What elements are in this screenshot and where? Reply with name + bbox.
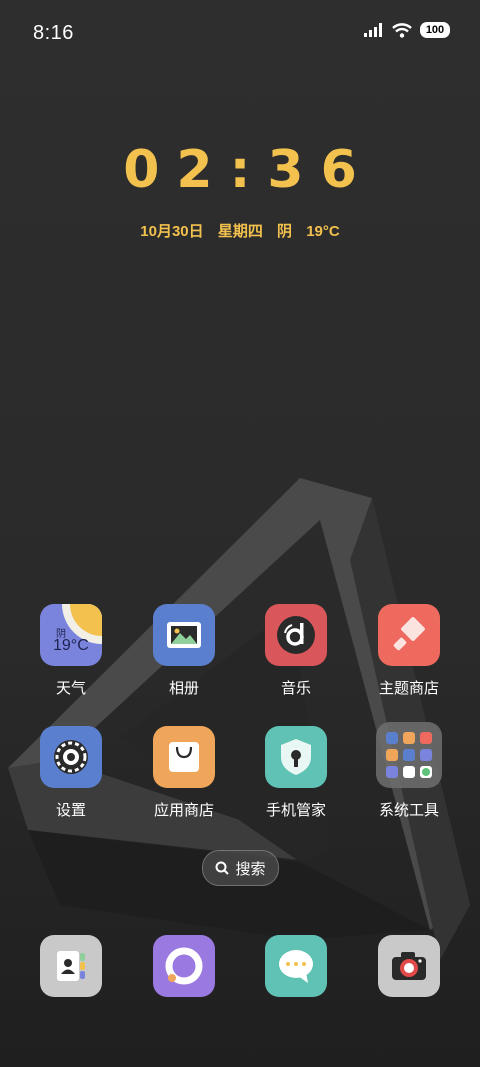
music-icon: [265, 604, 327, 666]
app-system-tools-folder[interactable]: 系统工具: [364, 722, 454, 820]
gallery-icon: [153, 604, 215, 666]
search-button[interactable]: 搜索: [202, 850, 279, 886]
system-tools-folder-icon: [376, 722, 442, 788]
contacts-icon: [40, 935, 102, 997]
app-label: 系统工具: [378, 802, 439, 819]
app-music[interactable]: 音乐: [251, 604, 341, 698]
app-weather[interactable]: 阴 19°C 天气: [26, 604, 116, 698]
app-phone-manager[interactable]: 手机管家: [251, 726, 341, 820]
app-label: 天气: [55, 680, 86, 697]
dock-camera[interactable]: [364, 935, 454, 997]
camera-icon: [378, 935, 440, 997]
dock-contacts[interactable]: [26, 935, 116, 997]
app-label: 相册: [168, 680, 199, 697]
app-label: 设置: [55, 802, 86, 819]
search-label: 搜索: [235, 860, 266, 878]
app-label: 应用商店: [153, 802, 214, 819]
status-time: 8:16: [33, 22, 74, 44]
status-bar: 8:16 100: [0, 0, 480, 64]
wifi-icon: [392, 22, 412, 38]
battery-level: 100: [425, 24, 445, 36]
status-icons: 100: [364, 22, 450, 38]
dock-browser[interactable]: [139, 935, 229, 997]
weekday-text: 星期四: [217, 223, 263, 240]
date-text: 10月30日: [140, 223, 204, 240]
app-gallery[interactable]: 相册: [139, 604, 229, 698]
app-label: 音乐: [280, 680, 311, 697]
app-theme-store[interactable]: 主题商店: [364, 604, 454, 698]
search-icon: [215, 861, 230, 875]
weather-icon: 阴 19°C: [40, 604, 102, 666]
app-label: 手机管家: [265, 802, 326, 819]
clock-widget-time[interactable]: 02:36: [0, 140, 480, 200]
app-store-icon: [153, 726, 215, 788]
theme-store-icon: [378, 604, 440, 666]
clock-widget-date[interactable]: 10月30日 星期四 阴 19°C: [0, 220, 480, 241]
app-label: 主题商店: [378, 680, 439, 697]
battery-icon: 100: [420, 22, 450, 38]
settings-icon: [40, 726, 102, 788]
weather-text: 阴: [277, 223, 293, 240]
weather-widget-temp: 19°C: [53, 637, 89, 654]
browser-icon: [153, 935, 215, 997]
phone-manager-icon: [265, 726, 327, 788]
app-settings[interactable]: 设置: [26, 726, 116, 820]
signal-icon: [364, 23, 382, 37]
temperature-text: 19°C: [306, 223, 340, 240]
dock-messages[interactable]: [251, 935, 341, 997]
app-app-store[interactable]: 应用商店: [139, 726, 229, 820]
messages-icon: [265, 935, 327, 997]
